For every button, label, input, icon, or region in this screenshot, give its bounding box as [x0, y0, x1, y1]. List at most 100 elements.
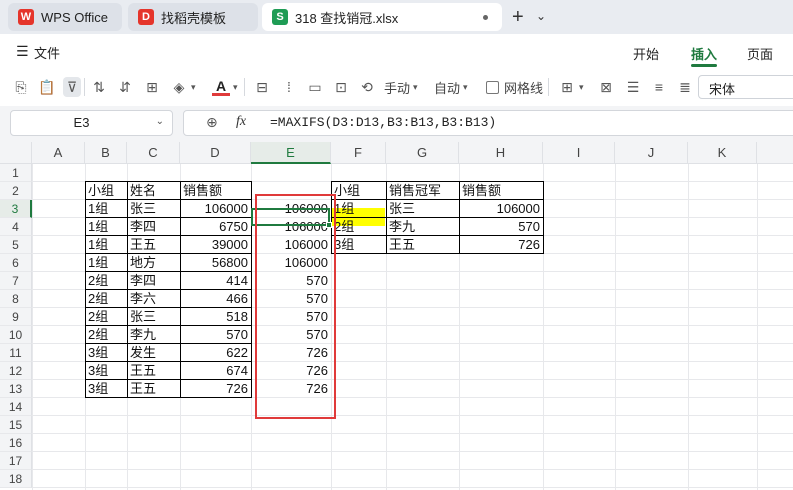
table-cell[interactable]: 王五 — [127, 236, 180, 254]
filter-button[interactable]: ⊽ — [63, 77, 81, 97]
column-header-i[interactable]: I — [543, 142, 615, 164]
function-icon[interactable]: fx — [236, 114, 246, 130]
spreadsheet-grid[interactable]: A B C D E F G H I J K 1 2 3 4 5 6 7 8 9 10 11 12 13 14 15 16 17 18 小组… — [0, 142, 793, 490]
tab-spreadsheet[interactable]: S 318 查找销冠.xlsx — [262, 3, 502, 31]
merge-button[interactable]: ⊟ — [253, 77, 271, 97]
table-cell[interactable]: 李四 — [127, 272, 180, 290]
summary-cell[interactable]: 106000 — [459, 200, 543, 218]
row-header-13[interactable]: 13 — [0, 380, 32, 398]
column-header-c[interactable]: C — [127, 142, 180, 164]
select-all-corner[interactable] — [0, 142, 32, 164]
sort-asc-button[interactable]: ⇅ — [90, 77, 108, 97]
column-header-e[interactable]: E — [251, 142, 331, 164]
table-cell[interactable]: 张三 — [127, 200, 180, 218]
tab-docer-templates[interactable]: D 找稻壳模板 — [128, 3, 258, 31]
table-cell[interactable]: 李九 — [127, 326, 180, 344]
fill-color-button[interactable]: ◈ ▾ — [170, 77, 196, 97]
hamburger-menu-icon[interactable]: ☰ — [16, 43, 29, 60]
table-cell[interactable]: 466 — [180, 290, 251, 308]
column-header[interactable] — [757, 142, 793, 164]
table-header-cell[interactable]: 小组 — [85, 182, 127, 200]
clear-button[interactable]: ⊠ — [597, 77, 615, 97]
align-left-button[interactable]: ☰ — [624, 77, 642, 97]
row-header-14[interactable]: 14 — [0, 398, 32, 416]
chevron-down-icon[interactable]: ⌄ — [536, 9, 546, 23]
file-menu[interactable]: 文件 — [34, 43, 60, 62]
column-header-j[interactable]: J — [615, 142, 688, 164]
summary-header-cell[interactable]: 销售冠军 — [386, 182, 459, 200]
table-cell[interactable]: 106000 — [180, 200, 251, 218]
chevron-down-icon[interactable]: ▾ — [233, 82, 238, 93]
row-header-16[interactable]: 16 — [0, 434, 32, 452]
table-cell[interactable]: 3组 — [85, 344, 127, 362]
row-header-3[interactable]: 3 — [0, 200, 32, 218]
row-header-11[interactable]: 11 — [0, 344, 32, 362]
borders-button[interactable]: ⊞ — [143, 77, 161, 97]
table-cell[interactable]: 518 — [180, 308, 251, 326]
table-cell[interactable]: 3组 — [85, 362, 127, 380]
row-header-2[interactable]: 2 — [0, 182, 32, 200]
column-header-k[interactable]: K — [688, 142, 757, 164]
paste-values-button[interactable]: ⎘ — [12, 77, 30, 97]
table-cell[interactable]: 3组 — [85, 380, 127, 398]
freeze-button[interactable]: ⊡ — [332, 77, 350, 97]
row-header-17[interactable]: 17 — [0, 452, 32, 470]
recalc-button[interactable]: ⟲ — [358, 77, 376, 97]
table-cell[interactable]: 张三 — [127, 308, 180, 326]
table-cell[interactable]: 1组 — [85, 236, 127, 254]
table-cell[interactable]: 2组 — [85, 272, 127, 290]
chevron-down-icon[interactable]: ▾ — [579, 82, 584, 93]
manual-calc-dropdown[interactable]: 手动 ▾ — [384, 77, 418, 97]
column-header-b[interactable]: B — [85, 142, 127, 164]
table-cell[interactable]: 李六 — [127, 290, 180, 308]
align-right-button[interactable]: ≣ — [676, 77, 694, 97]
unsaved-dot-icon[interactable] — [483, 15, 488, 20]
table-cell[interactable]: 56800 — [180, 254, 251, 272]
align-center-button[interactable]: ≡ — [650, 77, 668, 97]
name-box[interactable]: E3 ⌄ — [10, 110, 173, 136]
tab-home[interactable]: 开始 — [633, 44, 659, 63]
chevron-down-icon[interactable]: ▾ — [191, 82, 196, 93]
summary-cell[interactable]: 1组 — [331, 200, 386, 218]
gridline-toggle[interactable]: 网格线 — [486, 77, 543, 97]
table-cell[interactable]: 地方 — [127, 254, 180, 272]
summary-cell[interactable]: 3组 — [331, 236, 386, 254]
table-style-button[interactable]: ⊞ ▾ — [558, 77, 584, 97]
table-cell[interactable]: 2组 — [85, 290, 127, 308]
table-cell[interactable]: 414 — [180, 272, 251, 290]
new-tab-plus-icon[interactable]: + — [512, 6, 524, 29]
table-cell[interactable]: 622 — [180, 344, 251, 362]
row-header-5[interactable]: 5 — [0, 236, 32, 254]
wrap-button[interactable]: ⁞ — [280, 77, 298, 97]
table-cell[interactable]: 570 — [180, 326, 251, 344]
tab-page[interactable]: 页面 — [747, 44, 773, 63]
row-header-4[interactable]: 4 — [0, 218, 32, 236]
table-cell[interactable]: 王五 — [127, 362, 180, 380]
column-header-h[interactable]: H — [459, 142, 543, 164]
paste-button[interactable]: 📋 — [38, 77, 56, 97]
table-cell[interactable]: 发生 — [127, 344, 180, 362]
table-cell[interactable]: 2组 — [85, 308, 127, 326]
chevron-down-icon[interactable]: ⌄ — [156, 116, 164, 127]
row-header-7[interactable]: 7 — [0, 272, 32, 290]
column-header-a[interactable]: A — [32, 142, 85, 164]
row-header-8[interactable]: 8 — [0, 290, 32, 308]
table-cell[interactable]: 2组 — [85, 326, 127, 344]
summary-header-cell[interactable]: 销售额 — [459, 182, 543, 200]
table-header-cell[interactable]: 销售额 — [180, 182, 251, 200]
sort-desc-button[interactable]: ⇵ — [116, 77, 134, 97]
table-cell[interactable]: 6750 — [180, 218, 251, 236]
row-header-10[interactable]: 10 — [0, 326, 32, 344]
summary-cell[interactable]: 李九 — [386, 218, 459, 236]
table-cell[interactable]: 1组 — [85, 218, 127, 236]
row-header-1[interactable]: 1 — [0, 164, 32, 182]
row-header-15[interactable]: 15 — [0, 416, 32, 434]
formula-input[interactable]: ⊕ fx =MAXIFS(D3:D13,B3:B13,B3:B13) — [183, 110, 793, 136]
table-cell[interactable]: 李四 — [127, 218, 180, 236]
auto-calc-dropdown[interactable]: 自动 ▾ — [434, 77, 468, 97]
summary-cell[interactable]: 张三 — [386, 200, 459, 218]
row-header-6[interactable]: 6 — [0, 254, 32, 272]
font-family-select[interactable]: 宋体 — [698, 75, 793, 99]
summary-cell[interactable]: 570 — [459, 218, 543, 236]
font-color-button[interactable]: A ▾ — [212, 77, 238, 97]
